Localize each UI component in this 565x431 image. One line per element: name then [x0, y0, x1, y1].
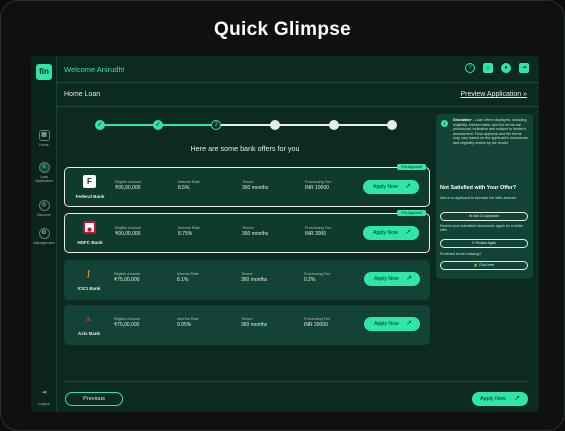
- sidebar-item-label: Logout: [38, 402, 50, 406]
- page-title: Quick Glimpse: [214, 19, 351, 40]
- bank-name: HDFC Bank: [77, 240, 103, 245]
- arrow-up-right-icon: ↗: [405, 229, 411, 236]
- not-satisfied-panel: Not Satisfied with Your Offer? Add a co-…: [436, 182, 533, 279]
- previous-button[interactable]: Previous: [65, 392, 123, 406]
- info-icon: i: [441, 120, 448, 127]
- tenure: Tenure 360 months: [241, 272, 268, 283]
- file-icon: ≡: [38, 162, 50, 173]
- apply-now-button[interactable]: Apply Now ↗: [364, 317, 420, 331]
- axis-bank-logo: ▲: [84, 314, 93, 323]
- disclaimer-text: Disclaimer - Loan offers displayed, incl…: [453, 118, 528, 145]
- bank-name: ICICI Bank: [77, 286, 101, 291]
- hdfc-bank-logo: ■: [83, 221, 96, 234]
- interest-rate: Interest Rate 8.1%: [177, 272, 199, 283]
- sidebar-item-label: Discover: [37, 213, 51, 217]
- top-bar: Welcome Anirudh! ? ⌂ ● ⇥: [57, 56, 539, 83]
- co-applicant-text: Add a co-applicant to increase the offer…: [440, 196, 517, 200]
- apply-now-button[interactable]: Apply Now ↗: [363, 180, 419, 194]
- tenure: Tenure 360 months: [242, 180, 269, 191]
- logout-icon[interactable]: ⇥: [519, 63, 529, 73]
- top-icons: ? ⌂ ● ⇥: [465, 63, 529, 73]
- step-6: [387, 120, 397, 130]
- processing-fee: Processing Fee INR 3000: [305, 226, 332, 237]
- sidebar-item-loan-application[interactable]: ≡ Loan Application: [31, 162, 57, 183]
- user-icon[interactable]: ●: [501, 63, 511, 73]
- arrow-up-right-icon: ↗: [514, 395, 520, 402]
- compass-icon: ◎: [38, 200, 50, 211]
- review-text: Review your submitted documents again fo…: [440, 224, 524, 233]
- interest-rate: Interest Rate 8.75%: [178, 226, 200, 237]
- apply-now-button[interactable]: Apply Now ↗: [364, 272, 420, 286]
- offers-heading: Here are some bank offers for you: [190, 144, 300, 153]
- step-2: ✓: [153, 120, 163, 130]
- processing-fee: Processing Fee 0.2%: [304, 272, 331, 283]
- icici-bank-logo: ʃ: [87, 269, 90, 278]
- offer-card-hdfc: Pre Approved ■ HDFC Bank Eligible Amount…: [64, 210, 430, 253]
- processing-fee: Processing Fee INR 10000: [305, 180, 332, 191]
- pre-approved-badge: Pre Approved: [397, 164, 426, 170]
- sidebar-item-discover[interactable]: ◎ Discover: [31, 200, 57, 217]
- step-connector-todo: [220, 124, 392, 126]
- help-icon[interactable]: ?: [465, 63, 475, 73]
- pre-approved-badge: Pre Approved: [397, 210, 426, 216]
- lender-missing-text: Preferred lender missing?: [440, 252, 482, 256]
- eligible-amount: Eligible Amount ₹90,00,000: [115, 226, 142, 237]
- sidebar-item-label: Home: [39, 143, 49, 147]
- welcome-message: Welcome Anirudh!: [64, 65, 125, 74]
- logout-icon: ⇥: [41, 390, 47, 396]
- step-1: ✓: [95, 120, 105, 130]
- bank-name: Federal Bank: [75, 194, 105, 199]
- step-3: 3: [211, 120, 221, 130]
- step-5: [329, 120, 339, 130]
- processing-fee: Processing Fee INR 20000: [304, 317, 331, 328]
- sidebar-item-logout[interactable]: ⇥ Logout: [31, 389, 57, 406]
- home-icon[interactable]: ⌂: [483, 63, 493, 73]
- arrow-up-right-icon: ↗: [405, 183, 411, 190]
- breadcrumb: Home Loan: [64, 91, 101, 98]
- arrow-up-right-icon: ↗: [406, 275, 412, 282]
- device-frame: Quick Glimpse fin ▦ Home ≡ Loan Applicat…: [0, 0, 565, 431]
- review-again-button[interactable]: ↻ Review Again: [440, 239, 528, 248]
- interest-rate: Interest Rate 8.5%: [178, 180, 200, 191]
- sidebar-item-home[interactable]: ▦ Home: [31, 130, 57, 147]
- brand-logo[interactable]: fin: [36, 64, 52, 80]
- interest-rate: Interest Rate 9.05%: [177, 317, 199, 328]
- step-4: [270, 120, 280, 130]
- sidebar-item-label: Management: [33, 241, 55, 245]
- progress-stepper: ✓ ✓ 3: [95, 120, 397, 130]
- tenure: Tenure 360 months: [242, 226, 269, 237]
- footer-apply-now-button[interactable]: Apply Now ↗: [472, 392, 528, 406]
- footer-divider: [64, 381, 530, 382]
- eligible-amount: Eligible Amount ₹75,00,000: [114, 272, 141, 283]
- settings-icon: ⚙: [38, 228, 50, 239]
- not-satisfied-title: Not Satisfied with Your Offer?: [440, 185, 517, 191]
- app-window: fin ▦ Home ≡ Loan Application ◎ Discover…: [31, 56, 539, 412]
- apply-now-button[interactable]: Apply Now ↗: [363, 226, 419, 240]
- offer-card-federal: Pre Approved F Federal Bank Eligible Amo…: [64, 164, 430, 207]
- sub-header: Home Loan Preview Application »: [57, 83, 539, 107]
- sidebar-item-label: Loan Application: [35, 175, 53, 183]
- offer-card-axis: ▲ Axis Bank Eligible Amount ₹75,00,000 I…: [64, 305, 430, 345]
- sidebar: fin ▦ Home ≡ Loan Application ◎ Discover…: [31, 56, 57, 412]
- grid-icon: ▦: [38, 130, 50, 141]
- federal-bank-logo: F: [83, 175, 96, 188]
- bank-name: Axis Bank: [77, 331, 101, 336]
- offer-card-icici: ʃ ICICI Bank Eligible Amount ₹75,00,000 …: [64, 260, 430, 300]
- tenure: Tenure 360 months: [241, 317, 268, 328]
- preview-application-link[interactable]: Preview Application »: [460, 91, 527, 98]
- sidebar-item-management[interactable]: ⚙ Management: [31, 228, 57, 245]
- arrow-up-right-icon: ↗: [406, 320, 412, 327]
- eligible-amount: Eligible Amount ₹95,00,000: [115, 180, 142, 191]
- eligible-amount: Eligible Amount ₹75,00,000: [114, 317, 141, 328]
- add-co-applicant-button[interactable]: ⊕ Add Co-Applicant: [440, 212, 528, 221]
- click-here-button[interactable]: ☝ Click here: [440, 261, 528, 270]
